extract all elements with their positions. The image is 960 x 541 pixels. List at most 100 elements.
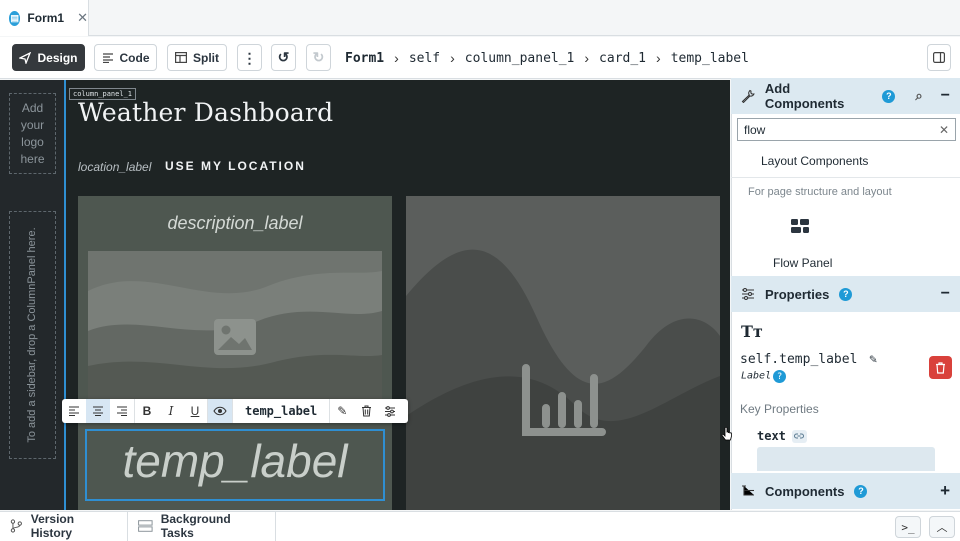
tab-form1[interactable]: ▤ Form1 ✕ xyxy=(0,0,89,36)
italic-icon: I xyxy=(168,404,174,418)
italic-button[interactable]: I xyxy=(159,399,183,423)
image-placeholder[interactable] xyxy=(88,251,382,411)
breadcrumb: Form1 › self › column_panel_1 › card_1 ›… xyxy=(345,46,749,70)
help-icon[interactable]: ? xyxy=(882,89,896,103)
help-icon[interactable]: ? xyxy=(839,287,853,301)
clear-search-icon[interactable]: ✕ xyxy=(939,123,949,137)
image-icon xyxy=(214,319,256,355)
bold-icon: B xyxy=(142,404,152,418)
lines-icon xyxy=(102,52,113,63)
more-settings-button[interactable] xyxy=(378,399,402,423)
link-icon[interactable] xyxy=(791,429,807,443)
logo-placeholder[interactable]: Add your logo here xyxy=(9,93,56,174)
card-2[interactable] xyxy=(406,196,720,510)
component-search-input[interactable]: flow ✕ xyxy=(737,118,956,141)
page-title[interactable]: Weather Dashboard xyxy=(78,98,333,127)
trash-icon xyxy=(361,405,371,417)
pencil-icon[interactable]: ✎ xyxy=(869,352,877,367)
text-property-input[interactable] xyxy=(757,447,935,471)
component-type-text: Label xyxy=(741,370,772,382)
collapse-icon[interactable]: − xyxy=(941,87,950,105)
add-components-title: Add Components xyxy=(764,81,845,111)
layout-components-category[interactable]: Layout Components xyxy=(731,146,960,178)
align-right-button[interactable] xyxy=(110,399,134,423)
delete-button[interactable] xyxy=(929,356,952,379)
form-file-icon: ▤ xyxy=(9,10,21,26)
flow-panel-icon[interactable] xyxy=(790,218,810,236)
server-icon xyxy=(138,520,153,532)
image-placeholder-art xyxy=(88,271,382,411)
redo-icon: ↻ xyxy=(312,49,325,65)
components-title: Components xyxy=(765,483,845,499)
design-button[interactable]: Design xyxy=(12,44,85,71)
app-window: ▤ Form1 ✕ Design Code Split ⋮ ↺ ↻ Form1 … xyxy=(0,0,960,541)
underline-button[interactable]: U xyxy=(183,399,207,423)
pencil-icon: ✎ xyxy=(337,404,348,418)
pencil-send-icon xyxy=(19,51,32,64)
selected-component-name: temp_label xyxy=(245,404,318,418)
bold-button[interactable]: B xyxy=(135,399,159,423)
chevron-right-icon: › xyxy=(584,50,590,66)
toggle-panel-button[interactable] xyxy=(927,44,951,71)
split-view-icon xyxy=(175,52,187,63)
properties-header[interactable]: Properties ? − xyxy=(731,276,960,312)
search-value: flow xyxy=(744,122,766,137)
close-icon[interactable]: ✕ xyxy=(77,10,88,26)
text-property: text xyxy=(757,429,807,443)
more-menu-button[interactable]: ⋮ xyxy=(237,44,262,71)
tab-label: Form1 xyxy=(27,11,65,25)
properties-title: Properties xyxy=(765,286,830,302)
align-center-button[interactable] xyxy=(86,399,110,423)
console-button[interactable]: >_ xyxy=(895,516,921,538)
help-icon[interactable]: ? xyxy=(854,484,868,498)
breadcrumb-item[interactable]: card_1 xyxy=(599,51,646,66)
collapse-icon[interactable]: − xyxy=(941,285,950,303)
tab-bar xyxy=(0,0,960,36)
code-button[interactable]: Code xyxy=(94,44,157,71)
eye-icon xyxy=(213,406,227,416)
version-history-button[interactable]: Version History xyxy=(0,511,128,541)
description-label[interactable]: description_label xyxy=(78,213,392,234)
breadcrumb-item[interactable]: column_panel_1 xyxy=(465,51,575,66)
chevron-right-icon: › xyxy=(394,50,399,66)
flow-panel-label[interactable]: Flow Panel xyxy=(773,256,832,270)
chevron-up-icon: ︿ xyxy=(936,522,948,534)
edit-button[interactable]: ✎ xyxy=(330,399,354,423)
tree-icon xyxy=(742,485,754,496)
underline-icon: U xyxy=(190,404,200,418)
category-description: For page structure and layout xyxy=(748,186,892,198)
background-tasks-label: Background Tasks xyxy=(160,512,231,540)
sidebar-drop-hint: To add a sidebar, drop a ColumnPanel her… xyxy=(26,227,38,443)
code-label: Code xyxy=(119,50,150,65)
undo-icon: ↺ xyxy=(277,49,290,65)
git-branch-icon xyxy=(10,519,22,533)
trash-icon xyxy=(936,361,945,374)
sliders-icon xyxy=(385,405,396,417)
visibility-button[interactable] xyxy=(208,399,232,423)
expand-bottom-button[interactable]: ︿ xyxy=(929,516,955,538)
add-components-header[interactable]: Add Components ? ⌕ − xyxy=(731,78,960,114)
plot-placeholder-art xyxy=(406,249,720,510)
label-format-toolbar: B I U temp_label ✎ xyxy=(62,399,408,423)
design-label: Design xyxy=(37,50,78,65)
search-icon[interactable]: ⌕ xyxy=(915,88,922,104)
location-label[interactable]: location_label xyxy=(78,160,151,174)
breadcrumb-item[interactable]: temp_label xyxy=(671,51,749,66)
chevron-right-icon: › xyxy=(450,50,455,66)
undo-button[interactable]: ↺ xyxy=(271,44,296,71)
breadcrumb-item[interactable]: self xyxy=(409,51,440,66)
delete-component-button[interactable] xyxy=(354,399,378,423)
redo-button[interactable]: ↻ xyxy=(306,44,331,71)
plus-icon[interactable]: + xyxy=(940,481,950,501)
terminal-icon: >_ xyxy=(901,520,915,534)
help-icon[interactable]: ? xyxy=(773,370,787,383)
align-left-button[interactable] xyxy=(62,399,86,423)
split-button[interactable]: Split xyxy=(167,44,227,71)
background-tasks-button[interactable]: Background Tasks xyxy=(128,511,276,541)
wrench-icon xyxy=(741,89,755,103)
breadcrumb-item[interactable]: Form1 xyxy=(345,51,384,66)
use-location-button[interactable]: USE MY LOCATION xyxy=(165,159,306,173)
components-header[interactable]: Components ? + xyxy=(731,473,960,509)
temp-label[interactable]: temp_label xyxy=(85,434,385,488)
chevron-right-icon: › xyxy=(656,50,661,66)
